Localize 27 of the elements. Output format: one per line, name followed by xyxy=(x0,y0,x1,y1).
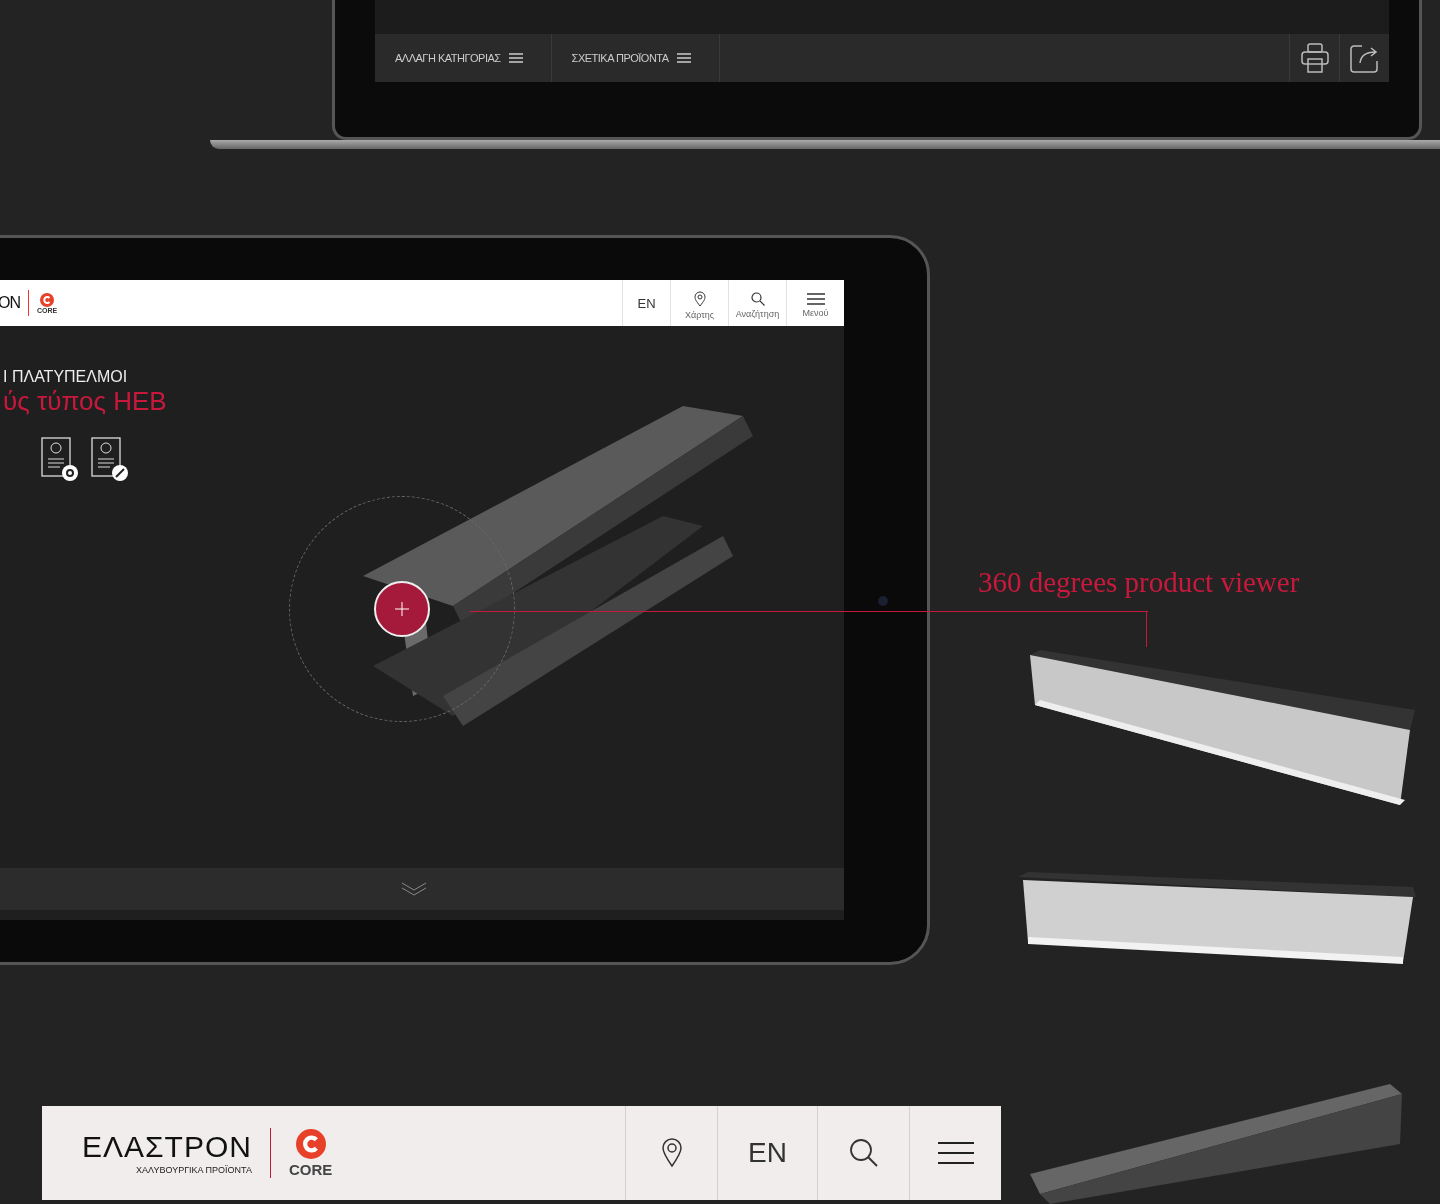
core-logo-icon xyxy=(295,1128,326,1159)
chevron-down-icon[interactable] xyxy=(400,881,427,897)
hotspot-button[interactable] xyxy=(374,581,430,637)
camera-dot xyxy=(878,596,888,606)
menu-button[interactable]: ΑΛΛΑΓΗ ΚΑΤΗΓΟΡΙΑΣ xyxy=(375,34,552,82)
menu-button[interactable]: ΣΧΕΤΙΚΑ ΠΡΟΪΟΝΤΑ xyxy=(551,34,720,82)
menu-icon xyxy=(508,53,523,63)
document-edit-icon xyxy=(91,437,129,483)
language-button[interactable]: EN xyxy=(717,1106,817,1200)
core-label: CORE xyxy=(288,1160,333,1178)
location-pin-icon xyxy=(661,1138,682,1168)
printer-icon xyxy=(1300,43,1329,73)
annotation-label: 360 degrees product viewer xyxy=(978,566,1300,599)
menu-icon xyxy=(937,1141,974,1165)
share-icon xyxy=(1349,43,1380,73)
product-subtitle: ύς τύπος HEB xyxy=(3,386,168,417)
menu-icon xyxy=(806,292,825,305)
search-icon xyxy=(750,291,765,306)
logo-tagline: ΧΑΛΥΒΟΥΡΓΙΚΑ ΠΡΟΪΟΝΤΑ xyxy=(136,1164,252,1175)
plus-icon xyxy=(395,602,409,616)
document-settings-icon xyxy=(41,437,79,483)
core-logo-icon xyxy=(40,292,55,307)
menu-icon xyxy=(676,53,691,63)
logo-text: ΕΛΑΣΤΡΟΝ xyxy=(82,1131,252,1162)
location-pin-icon xyxy=(693,290,706,307)
product-title: Ι ΠΛΑΤΥΠΕΛΜΟΙ xyxy=(3,368,129,386)
search-icon xyxy=(848,1138,879,1168)
